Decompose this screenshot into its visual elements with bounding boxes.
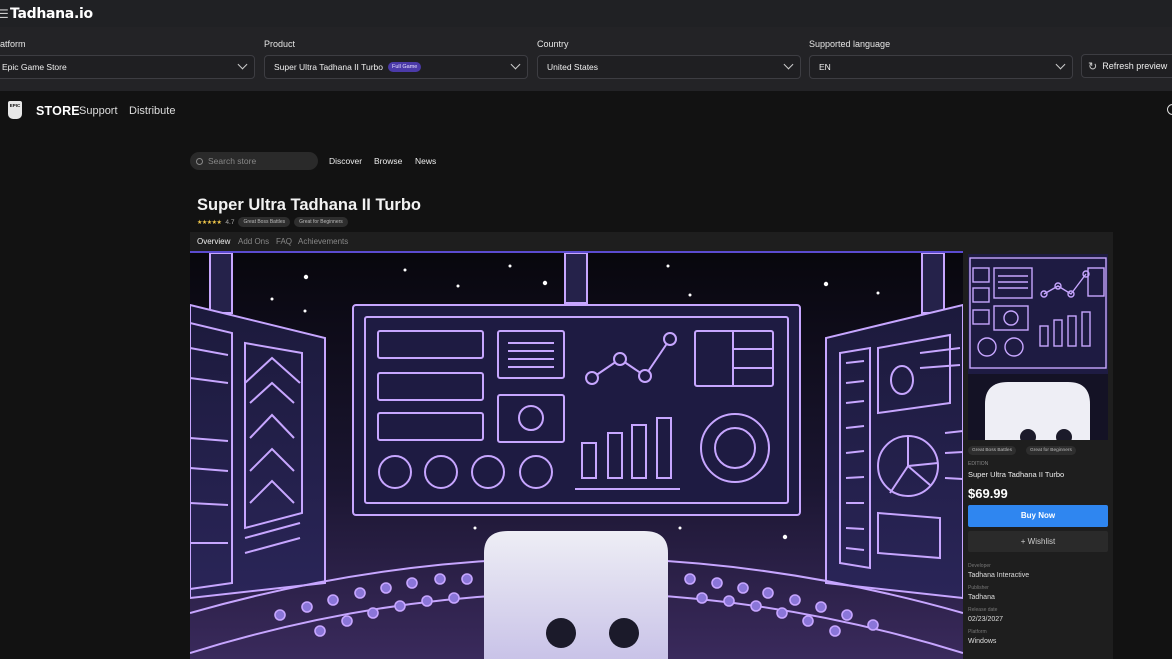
country-value: United States (547, 62, 599, 72)
refresh-label: Refresh preview (1102, 61, 1168, 71)
hero-illustration (190, 253, 963, 659)
language-value: EN (819, 62, 831, 72)
subnav-news[interactable]: News (415, 156, 436, 166)
edition-name: Super Ultra Tadhana II Turbo (968, 470, 1065, 479)
chevron-down-icon (237, 59, 248, 70)
chevron-down-icon (510, 59, 521, 70)
product-value: Super Ultra Tadhana II Turbo (274, 62, 383, 72)
publisher-label: Publisher (968, 585, 989, 591)
tag-badge[interactable]: Great Boss Battles (238, 217, 291, 227)
refresh-preview-button[interactable]: ↻ Refresh preview (1081, 54, 1172, 78)
full-game-badge: Full Game (388, 62, 422, 72)
app-logo[interactable]: Tadhana.io (10, 6, 93, 22)
tab-faq[interactable]: FAQ (276, 237, 292, 246)
refresh-icon: ↻ (1088, 60, 1098, 73)
country-filter: Country United States (537, 39, 801, 79)
tag-badge[interactable]: Great for Beginners (294, 217, 348, 227)
thumbnail-illustration (968, 254, 1108, 440)
purchase-sidebar: Great Boss Battles Great for Beginners E… (963, 232, 1113, 659)
rating-value: 4.7 (225, 218, 235, 226)
developer-label: Developer (968, 563, 991, 569)
subnav-browse[interactable]: Browse (374, 156, 402, 166)
developer-value: Tadhana Interactive (968, 572, 1030, 579)
platform-info-label: Platform (968, 629, 987, 635)
chevron-down-icon (1055, 59, 1066, 70)
platform-filter: atform Epic Game Store (0, 39, 255, 79)
tab-achievements[interactable]: Achievements (298, 237, 348, 246)
product-label: Product (264, 39, 296, 49)
tag-badge[interactable]: Great for Beginners (1026, 446, 1076, 455)
star-rating-icon: ★★★★★ (197, 219, 222, 226)
product-select[interactable]: Super Ultra Tadhana II Turbo Full Game (264, 55, 528, 79)
chevron-down-icon (783, 59, 794, 70)
nav-distribute[interactable]: Distribute (129, 105, 175, 117)
subnav-discover[interactable]: Discover (329, 156, 362, 166)
globe-icon[interactable] (1167, 104, 1172, 115)
preview-filters: atform Epic Game Store Product Super Ult… (0, 27, 1172, 91)
price: $69.99 (968, 486, 1008, 501)
store-label[interactable]: STORE (36, 104, 80, 118)
nav-support[interactable]: Support (79, 105, 118, 117)
search-icon (196, 157, 203, 165)
publisher-value: Tadhana (968, 594, 995, 601)
tab-overview[interactable]: Overview (197, 237, 230, 246)
store-nav: EPIC STORE Support Distribute (0, 91, 1172, 131)
release-date-value: 02/23/2027 (968, 616, 1004, 623)
wishlist-button[interactable]: + Wishlist (968, 531, 1108, 552)
platform-info-value: Windows (968, 638, 997, 645)
hamburger-icon[interactable]: ☰ (0, 7, 9, 21)
game-title: Super Ultra Tadhana II Turbo (197, 196, 421, 214)
platform-select[interactable]: Epic Game Store (0, 55, 255, 79)
rating-row: ★★★★★ 4.7 Great Boss Battles Great for B… (197, 217, 348, 227)
country-select[interactable]: United States (537, 55, 801, 79)
tag-badge[interactable]: Great Boss Battles (968, 446, 1016, 455)
product-filter: Product Super Ultra Tadhana II Turbo Ful… (264, 39, 528, 79)
search-input[interactable]: Search store (190, 152, 318, 170)
country-label: Country (537, 39, 569, 49)
language-label: Supported language (809, 39, 891, 49)
buy-now-button[interactable]: Buy Now (968, 505, 1108, 527)
language-select[interactable]: EN (809, 55, 1073, 79)
tab-add-ons[interactable]: Add Ons (238, 237, 269, 246)
edition-label: EDITION (968, 461, 989, 467)
search-placeholder: Search store (208, 156, 257, 166)
game-thumbnail[interactable] (968, 254, 1108, 440)
app-header: ☰ Tadhana.io (0, 0, 1172, 27)
platform-value: Epic Game Store (2, 62, 67, 72)
language-filter: Supported language EN (809, 39, 1073, 79)
hero-image[interactable] (190, 253, 963, 659)
release-date-label: Release date (968, 607, 998, 613)
epic-logo[interactable]: EPIC (8, 101, 22, 119)
platform-label: atform (0, 39, 26, 49)
